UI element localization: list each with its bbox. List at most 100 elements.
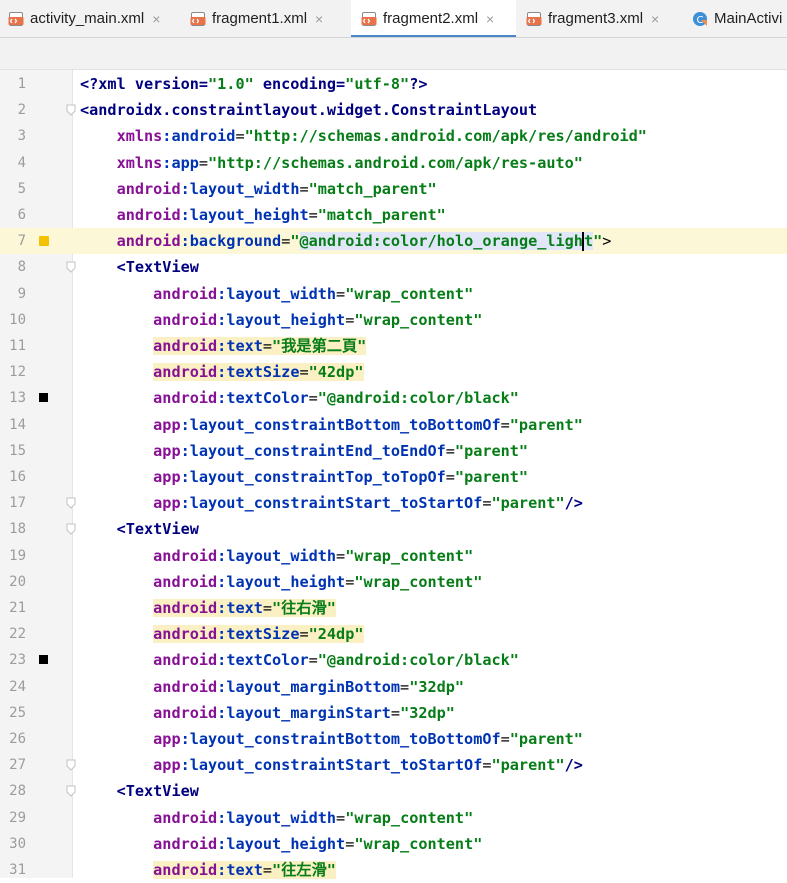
fold-icon[interactable] — [66, 759, 76, 771]
code-line[interactable]: 21 android:text="往右滑" — [0, 595, 787, 621]
code-text: android:layout_width="wrap_content" — [80, 281, 473, 307]
code-token: xmlns — [116, 153, 163, 172]
line-number: 26 — [9, 731, 26, 747]
code-line[interactable]: 2 <androidx.constraintlayout.widget.Const… — [0, 97, 787, 123]
code-line[interactable]: 29 android:layout_width="wrap_content" — [0, 805, 787, 831]
tab-fragment1[interactable]: fragment1.xml × — [190, 0, 323, 37]
code-token: = — [482, 756, 492, 775]
fold-icon[interactable] — [66, 497, 76, 509]
line-number: 27 — [9, 757, 26, 774]
code-token: = — [235, 127, 245, 146]
code-token: "32dp" — [400, 703, 455, 722]
code-line[interactable]: 24 android:layout_marginBottom="32dp" — [0, 674, 787, 700]
code-token: = — [299, 363, 309, 382]
code-token: <TextView — [116, 258, 199, 277]
code-token: "我是第二頁" — [272, 337, 367, 355]
code-token: android — [116, 206, 181, 224]
line-number: 6 — [17, 207, 26, 223]
line-number: 4 — [17, 154, 26, 171]
code-line[interactable]: 9 android:layout_width="wrap_content" — [0, 281, 787, 307]
code-line[interactable]: 18 <TextView — [0, 516, 787, 542]
close-icon[interactable]: × — [315, 11, 323, 27]
fold-icon[interactable] — [66, 261, 76, 274]
code-line[interactable]: 14 app:layout_constraintBottom_toBottomO… — [0, 412, 787, 438]
tab-fragment2[interactable]: fragment2.xml × — [351, 0, 516, 37]
code-token: app — [153, 730, 181, 748]
fold-icon[interactable] — [66, 104, 76, 116]
code-line[interactable]: 15 app:layout_constraintEnd_toEndOf="par… — [0, 438, 787, 464]
code-line[interactable]: 23 android:textColor="@android:color/bla… — [0, 647, 787, 673]
code-token: "parent" — [509, 730, 583, 748]
code-line[interactable]: 16 app:layout_constraintTop_toTopOf="par… — [0, 464, 787, 490]
close-icon[interactable]: × — [651, 11, 659, 27]
code-token: app — [153, 415, 181, 434]
code-line[interactable]: 6 android:layout_height="match_parent" — [0, 202, 787, 228]
code-token: android — [153, 808, 218, 827]
code-token: "往右滑" — [272, 599, 336, 617]
code-token: <TextView — [116, 520, 199, 539]
code-text: android:layout_marginStart="32dp" — [80, 700, 455, 726]
code-line[interactable]: 12 android:textSize="42dp" — [0, 359, 787, 385]
code-token: = — [500, 415, 510, 434]
code-line[interactable]: 17 app:layout_constraintStart_toStartOf=… — [0, 490, 787, 516]
line-number: 15 — [9, 442, 26, 459]
tab-activity-main[interactable]: activity_main.xml × — [8, 0, 160, 37]
code-token: :android — [162, 127, 236, 146]
code-line[interactable]: 3 xmlns:android="http://schemas.android.… — [0, 123, 787, 149]
code-line[interactable]: 26 app:layout_constraintBottom_toBottomO… — [0, 726, 787, 752]
code-text: android:textColor="@android:color/black" — [80, 385, 519, 411]
color-swatch-black-icon[interactable] — [39, 655, 48, 665]
line-number: 12 — [9, 364, 26, 381]
code-text: xmlns:android="http://schemas.android.co… — [80, 123, 647, 149]
close-icon[interactable]: × — [486, 11, 494, 27]
tab-main-activity[interactable]: C MainActivi — [692, 0, 782, 37]
code-token: "utf-8" — [345, 75, 410, 93]
code-token: "wrap_content" — [345, 284, 474, 303]
code-line[interactable]: 27 app:layout_constraintStart_toStartOf=… — [0, 752, 787, 778]
code-token: = — [198, 153, 209, 172]
code-token: = — [262, 599, 273, 617]
code-token: = — [308, 389, 318, 408]
code-line[interactable]: 13 android:textColor="@android:color/bla… — [0, 385, 787, 411]
code-token: " — [290, 232, 300, 251]
code-text: android:text="往左滑" — [80, 857, 336, 883]
code-line[interactable]: 4 xmlns:app="http://schemas.android.com/… — [0, 150, 787, 176]
code-line[interactable]: 22 android:textSize="24dp" — [0, 621, 787, 647]
line-number: 25 — [9, 704, 26, 721]
fold-icon[interactable] — [66, 523, 76, 536]
code-line[interactable]: 30 android:layout_height="wrap_content" — [0, 831, 787, 857]
code-text: android:textSize="24dp" — [80, 621, 364, 647]
close-icon[interactable]: × — [152, 11, 160, 27]
code-line[interactable]: 5 android:layout_width="match_parent" — [0, 176, 787, 202]
code-token: :layout_height — [217, 310, 346, 329]
xml-file-icon — [190, 11, 206, 26]
code-line[interactable]: 19 android:layout_width="wrap_content" — [0, 543, 787, 569]
code-token: "wrap_content" — [354, 310, 483, 329]
code-line[interactable]: 10 android:layout_height="wrap_content" — [0, 307, 787, 333]
line-number: 5 — [17, 180, 26, 197]
code-token: :text — [217, 599, 263, 617]
code-line[interactable]: 7 android:background="@android:color/hol… — [0, 228, 787, 255]
color-swatch-orange-icon[interactable] — [39, 236, 49, 247]
code-token: @android:color/holo_orange_ligh — [299, 232, 583, 251]
code-text: xmlns:app="http://schemas.android.com/ap… — [80, 150, 583, 176]
tab-fragment3[interactable]: fragment3.xml × — [526, 0, 659, 37]
code-line[interactable]: 20 android:layout_height="wrap_content" — [0, 569, 787, 595]
code-line[interactable]: 28 <TextView — [0, 778, 787, 804]
color-swatch-black-icon[interactable] — [39, 393, 48, 403]
code-token: = — [262, 861, 273, 879]
code-line[interactable]: 25 android:layout_marginStart="32dp" — [0, 700, 787, 726]
code-line[interactable]: 8 <TextView — [0, 254, 787, 280]
fold-icon[interactable] — [66, 785, 76, 798]
code-token: "@android:color/black" — [317, 389, 519, 408]
code-editor[interactable]: 1 <?xml version="1.0" encoding="utf-8"?> 2… — [0, 70, 787, 879]
code-line[interactable]: 31 android:text="往左滑" — [0, 857, 787, 883]
code-line[interactable]: 1 <?xml version="1.0" encoding="utf-8"?> — [0, 71, 787, 97]
code-line[interactable]: 11 android:text="我是第二頁" — [0, 333, 787, 359]
